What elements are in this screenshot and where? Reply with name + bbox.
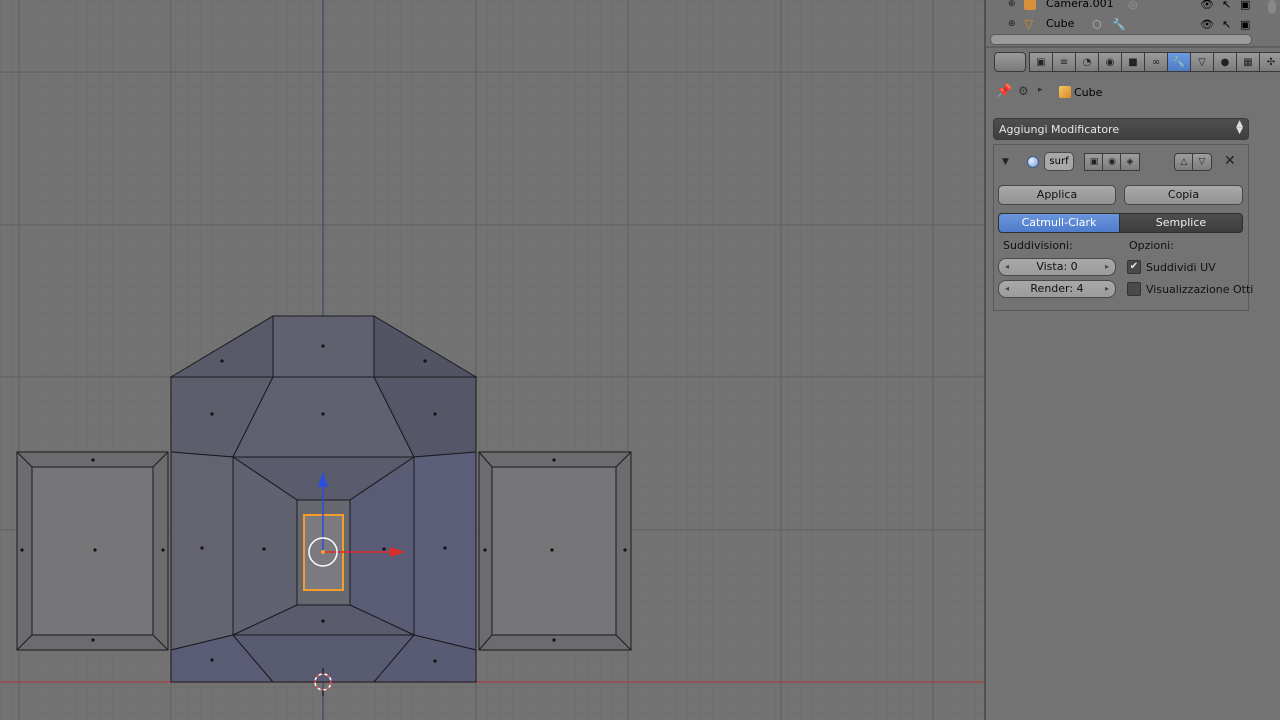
outliner-row-camera[interactable]: ⊕ Camera.001 ◎ 👁 ↖ ▣	[986, 0, 1266, 14]
editmode-toggle-icon[interactable]: ◈	[1120, 153, 1140, 171]
collapse-triangle-icon[interactable]: ▼	[1002, 157, 1009, 167]
camera-data-icon: ◎	[1128, 0, 1138, 11]
object-data-icon: ⚙	[1018, 84, 1029, 98]
subsurf-modifier-panel: ▼ surf ▣ ◉ ◈ △ ▽ ✕ Applica Copia Catmull…	[993, 144, 1253, 311]
properties-panel: ⊕ Camera.001 ◎ 👁 ↖ ▣ ⊕ ▽ Cube ⬡ 🔧 👁 ↖ ▣ …	[986, 0, 1280, 720]
optimal-display-label: Visualizzazione Otti	[1146, 283, 1254, 296]
data-tab-icon[interactable]: ▽	[1190, 52, 1214, 72]
move-down-icon[interactable]: ▽	[1192, 153, 1212, 171]
eye-icon[interactable]: 👁	[1200, 18, 1214, 31]
subdivide-uv-label: Suddividi UV	[1146, 261, 1216, 274]
render-toggle-icon[interactable]: ▣	[1084, 153, 1104, 171]
mesh-data-icon: ⬡	[1092, 18, 1102, 31]
render-icon[interactable]: ▣	[1240, 18, 1252, 31]
options-label: Opzioni:	[1129, 239, 1174, 252]
cursor-select-icon[interactable]: ↖	[1222, 0, 1234, 11]
constraints-tab-icon[interactable]: ∞	[1144, 52, 1168, 72]
material-tab-icon[interactable]: ●	[1213, 52, 1237, 72]
viewport-toggle-icon[interactable]: ◉	[1102, 153, 1122, 171]
scene-tab-icon[interactable]: ◔	[1075, 52, 1099, 72]
breadcrumb-object-name: Cube	[1074, 86, 1103, 99]
mesh-icon: ▽	[1024, 17, 1034, 31]
world-tab-icon[interactable]: ◉	[1098, 52, 1122, 72]
catmull-clark-option[interactable]: Catmull-Clark	[998, 213, 1120, 233]
horizontal-scrollbar[interactable]	[990, 34, 1252, 45]
pin-icon[interactable]: 📌	[996, 84, 1012, 99]
dropdown-arrows-icon: ▲ ▼	[1236, 119, 1243, 136]
apply-button[interactable]: Applica	[998, 185, 1116, 205]
camera-icon	[1024, 0, 1036, 10]
editor-type-button[interactable]	[994, 52, 1026, 72]
add-modifier-label: Aggiungi Modificatore	[999, 123, 1120, 136]
expand-icon[interactable]: ⊕	[1008, 20, 1017, 29]
cube-icon	[1059, 86, 1071, 98]
close-icon[interactable]: ✕	[1224, 153, 1236, 169]
eye-icon[interactable]: 👁	[1200, 0, 1214, 11]
decrement-arrow-icon[interactable]: ◂	[1005, 281, 1009, 297]
render-icon[interactable]: ▣	[1240, 0, 1252, 11]
render-layers-tab-icon[interactable]: ≡	[1052, 52, 1076, 72]
modifier-header: ▼ surf ▣ ◉ ◈ △ ▽ ✕	[994, 145, 1248, 177]
object-tab-icon[interactable]: ■	[1121, 52, 1145, 72]
subsurf-modifier-icon	[1027, 156, 1039, 168]
properties-header: ▣ ≡ ◔ ◉ ■ ∞ 🔧 ▽ ● ▦ ✣ ↻	[986, 48, 1280, 74]
texture-tab-icon[interactable]: ▦	[1236, 52, 1260, 72]
outliner-item-name: Camera.001	[1046, 0, 1114, 10]
view-levels-field[interactable]: ◂ Vista: 0 ▸	[998, 258, 1116, 276]
context-tabs: ▣ ≡ ◔ ◉ ■ ∞ 🔧 ▽ ● ▦ ✣ ↻	[1029, 52, 1280, 72]
add-modifier-dropdown[interactable]: Aggiungi Modificatore ▲ ▼	[993, 118, 1249, 140]
vertical-scrollbar[interactable]	[1268, 0, 1276, 14]
subdivisions-label: Suddivisioni:	[1003, 239, 1073, 252]
render-levels-value: Render: 4	[1030, 282, 1084, 295]
expand-icon[interactable]: ⊕	[1008, 0, 1017, 9]
cursor-select-icon[interactable]: ↖	[1222, 18, 1234, 31]
viewport-canvas[interactable]	[0, 0, 984, 720]
optimal-display-checkbox[interactable]	[1127, 282, 1141, 296]
modifier-name-field[interactable]: surf	[1044, 152, 1074, 171]
breadcrumb-arrow-icon: ▸	[1038, 85, 1043, 95]
render-tab-icon[interactable]: ▣	[1029, 52, 1053, 72]
outliner-row-cube[interactable]: ⊕ ▽ Cube ⬡ 🔧 👁 ↖ ▣	[986, 16, 1266, 34]
copy-button[interactable]: Copia	[1124, 185, 1243, 205]
render-levels-field[interactable]: ◂ Render: 4 ▸	[998, 280, 1116, 298]
decrement-arrow-icon[interactable]: ◂	[1005, 259, 1009, 275]
simple-option[interactable]: Semplice	[1119, 213, 1243, 233]
subdivide-uv-checkbox[interactable]: ✔	[1127, 260, 1141, 274]
view-levels-value: Vista: 0	[1036, 260, 1078, 273]
move-up-icon[interactable]: △	[1174, 153, 1194, 171]
modifiers-tab-icon[interactable]: 🔧	[1167, 52, 1191, 72]
breadcrumb: 📌 ⚙ ▸ Cube	[986, 82, 1280, 102]
outliner: ⊕ Camera.001 ◎ 👁 ↖ ▣ ⊕ ▽ Cube ⬡ 🔧 👁 ↖ ▣	[986, 0, 1280, 46]
increment-arrow-icon[interactable]: ▸	[1105, 281, 1109, 297]
particles-tab-icon[interactable]: ✣	[1259, 52, 1280, 72]
wrench-icon: 🔧	[1112, 18, 1126, 31]
3d-viewport[interactable]	[0, 0, 984, 720]
outliner-item-name: Cube	[1046, 17, 1075, 30]
increment-arrow-icon[interactable]: ▸	[1105, 259, 1109, 275]
